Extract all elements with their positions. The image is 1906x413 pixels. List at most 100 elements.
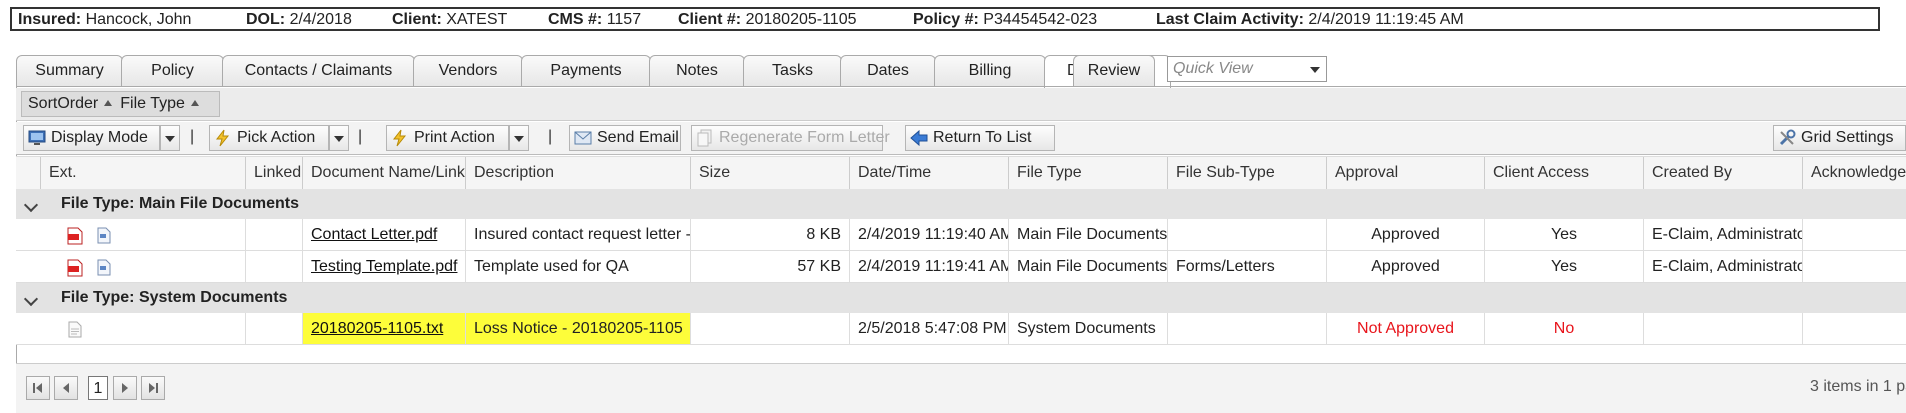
cell-datetime: 2/4/2019 11:19:41 AM bbox=[849, 251, 1008, 282]
col-description[interactable]: Description bbox=[465, 157, 690, 189]
cell-linked bbox=[245, 219, 302, 250]
tab-billing[interactable]: Billing bbox=[934, 55, 1046, 87]
table-row[interactable]: Testing Template.pdf Template used for Q… bbox=[16, 251, 1906, 283]
col-linked[interactable]: Linked bbox=[245, 157, 302, 189]
insured-field: Insured: Hancock, John bbox=[18, 11, 192, 28]
dol-field: DOL: 2/4/2018 bbox=[246, 11, 352, 28]
tab-review[interactable]: Review bbox=[1073, 55, 1155, 87]
col-approval[interactable]: Approval bbox=[1326, 157, 1484, 189]
cell-approval: Approved bbox=[1326, 251, 1484, 282]
document-link[interactable]: Testing Template.pdf bbox=[311, 258, 457, 275]
cell-file-type: Main File Documents bbox=[1008, 251, 1167, 282]
regenerate-form-letter-button[interactable]: Regenerate Form Letter bbox=[691, 125, 890, 151]
lightning-icon bbox=[392, 129, 407, 147]
grid-settings-button[interactable]: Grid Settings bbox=[1773, 125, 1906, 151]
monitor-icon bbox=[28, 130, 46, 145]
col-ext[interactable]: Ext. bbox=[40, 157, 245, 189]
cell-size bbox=[690, 313, 849, 344]
col-client-access[interactable]: Client Access bbox=[1484, 157, 1643, 189]
cell-approval: Approved bbox=[1326, 219, 1484, 250]
cell-linked bbox=[245, 251, 302, 282]
col-file-subtype[interactable]: File Sub-Type bbox=[1167, 157, 1326, 189]
chevron-down-icon bbox=[1310, 67, 1320, 73]
grid-toolbar: Display Mode | Pick Action | Print Actio… bbox=[16, 122, 1906, 155]
quick-view-select[interactable]: Quick View bbox=[1167, 56, 1327, 82]
pick-action-dropdown[interactable] bbox=[329, 125, 349, 151]
claim-header: Insured: Hancock, John DOL: 2/4/2018 Cli… bbox=[10, 7, 1880, 31]
next-page-button[interactable] bbox=[113, 376, 137, 400]
table-row[interactable]: Contact Letter.pdf Insured contact reque… bbox=[16, 219, 1906, 251]
tab-notes[interactable]: Notes bbox=[649, 55, 745, 87]
tab-payments[interactable]: Payments bbox=[521, 55, 651, 87]
tab-policy[interactable]: Policy bbox=[121, 55, 224, 87]
separator: | bbox=[548, 128, 553, 145]
tab-bar: Summary Policy Contacts / Claimants Vend… bbox=[16, 55, 1906, 89]
chevron-down-icon[interactable] bbox=[23, 291, 39, 307]
previous-page-button[interactable] bbox=[54, 376, 78, 400]
col-datetime[interactable]: Date/Time bbox=[849, 157, 1008, 189]
first-page-icon bbox=[33, 383, 42, 393]
pick-action-button[interactable]: Pick Action bbox=[209, 125, 329, 151]
cell-description: Template used for QA bbox=[465, 251, 690, 282]
group-row-system-documents[interactable]: File Type: System Documents bbox=[16, 283, 1906, 314]
print-action-button[interactable]: Print Action bbox=[386, 125, 509, 151]
next-page-icon bbox=[122, 383, 128, 393]
envelope-icon bbox=[574, 131, 592, 145]
col-created-by[interactable]: Created By bbox=[1643, 157, 1802, 189]
cell-created-by bbox=[1643, 313, 1802, 344]
cell-file-subtype bbox=[1167, 219, 1326, 250]
tab-dates[interactable]: Dates bbox=[840, 55, 936, 87]
print-action-dropdown[interactable] bbox=[509, 125, 529, 151]
cell-size: 8 KB bbox=[690, 219, 849, 250]
pdf-icon bbox=[67, 227, 83, 245]
last-page-button[interactable] bbox=[141, 376, 165, 400]
group-row-main-file-documents[interactable]: File Type: Main File Documents bbox=[16, 189, 1906, 220]
pdf-icon bbox=[67, 259, 83, 277]
tab-contacts-claimants[interactable]: Contacts / Claimants bbox=[222, 55, 415, 87]
display-mode-button[interactable]: Display Mode bbox=[23, 125, 160, 151]
cell-file-type: System Documents bbox=[1008, 313, 1167, 344]
cell-datetime: 2/4/2019 11:19:40 AM bbox=[849, 219, 1008, 250]
cell-description: Loss Notice - 20180205-1105 bbox=[465, 313, 690, 344]
col-acknowledged[interactable]: Acknowledged bbox=[1802, 157, 1906, 189]
cell-linked bbox=[245, 313, 302, 344]
document-link[interactable]: 20180205-1105.txt bbox=[311, 320, 443, 337]
back-arrow-icon bbox=[910, 129, 928, 147]
col-size[interactable]: Size bbox=[690, 157, 849, 189]
col-document-name[interactable]: Document Name/Link bbox=[302, 157, 465, 189]
display-mode-dropdown[interactable] bbox=[160, 125, 180, 151]
client-field: Client: XATEST bbox=[392, 11, 508, 28]
lightning-icon bbox=[215, 129, 230, 147]
first-page-button[interactable] bbox=[26, 376, 50, 400]
cell-acknowledged bbox=[1802, 251, 1906, 282]
cell-file-subtype: Forms/Letters bbox=[1167, 251, 1326, 282]
document-copy-icon bbox=[697, 129, 712, 147]
group-filetype-label: File Type bbox=[120, 95, 185, 112]
cell-document-name: 20180205-1105.txt bbox=[302, 313, 465, 344]
document-link-icon[interactable] bbox=[97, 227, 111, 244]
return-to-list-button[interactable]: Return To List bbox=[905, 125, 1055, 151]
last-claim-activity-field: Last Claim Activity: 2/4/2019 11:19:45 A… bbox=[1156, 11, 1464, 28]
client-number-field: Client #: 20180205-1105 bbox=[678, 11, 857, 28]
tab-summary[interactable]: Summary bbox=[16, 55, 123, 87]
cell-document-name: Contact Letter.pdf bbox=[302, 219, 465, 250]
cell-client-access: Yes bbox=[1484, 219, 1643, 250]
cell-approval: Not Approved bbox=[1326, 313, 1484, 344]
col-file-type[interactable]: File Type bbox=[1008, 157, 1167, 189]
group-title: File Type: System Documents bbox=[61, 289, 288, 306]
current-page[interactable]: 1 bbox=[88, 376, 108, 400]
cell-file-type: Main File Documents bbox=[1008, 219, 1167, 250]
send-email-button[interactable]: Send Email bbox=[569, 125, 681, 151]
chevron-down-icon[interactable] bbox=[23, 197, 39, 213]
group-by-indicator[interactable]: SortOrder File Type bbox=[21, 91, 220, 117]
document-link[interactable]: Contact Letter.pdf bbox=[311, 226, 437, 243]
document-link-icon[interactable] bbox=[97, 259, 111, 276]
tab-tasks[interactable]: Tasks bbox=[743, 55, 842, 87]
separator: | bbox=[358, 128, 363, 145]
cell-acknowledged bbox=[1802, 219, 1906, 250]
wrench-icon bbox=[1779, 129, 1796, 146]
tab-vendors[interactable]: Vendors bbox=[413, 55, 523, 87]
cell-document-name: Testing Template.pdf bbox=[302, 251, 465, 282]
policy-field: Policy #: P34454542-023 bbox=[913, 11, 1098, 28]
table-row[interactable]: 20180205-1105.txt Loss Notice - 20180205… bbox=[16, 313, 1906, 345]
